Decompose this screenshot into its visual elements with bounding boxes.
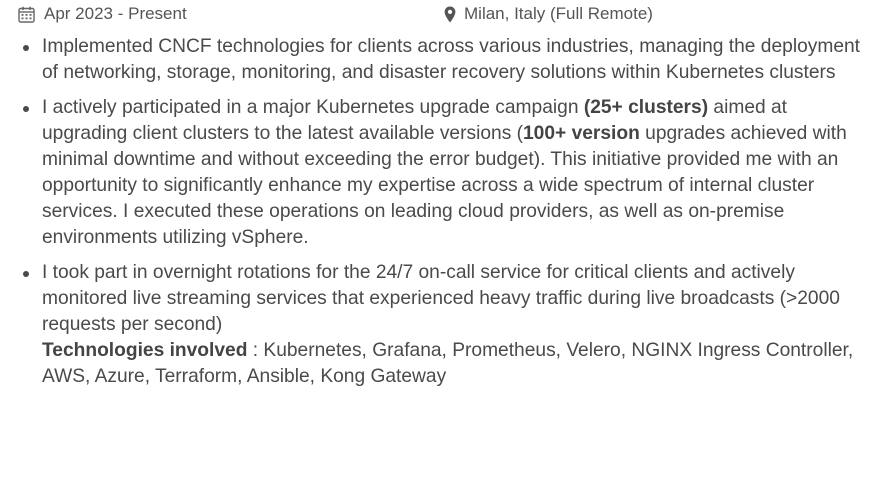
- bold-highlight: 100+ version: [523, 123, 640, 144]
- bullet-text: I actively participated in a major Kuber…: [42, 97, 584, 118]
- technologies-label: Technologies involved: [42, 340, 248, 361]
- achievement-list: Implemented CNCF technologies for client…: [14, 34, 867, 390]
- list-item: I took part in overnight rotations for t…: [14, 260, 867, 390]
- bullet-text: I took part in overnight rotations for t…: [42, 262, 840, 335]
- meta-row: Apr 2023 - Present Milan, Italy (Full Re…: [14, 0, 867, 34]
- date-range-text: Apr 2023 - Present: [44, 4, 187, 23]
- location: Milan, Italy (Full Remote): [444, 4, 653, 24]
- experience-entry: Apr 2023 - Present Milan, Italy (Full Re…: [0, 0, 877, 493]
- technologies-line: Technologies involved : Kubernetes, Graf…: [42, 338, 867, 390]
- map-marker-icon: [444, 6, 464, 23]
- location-text: Milan, Italy (Full Remote): [464, 4, 653, 23]
- date-range: Apr 2023 - Present: [18, 4, 187, 24]
- bullet-text: Implemented CNCF technologies for client…: [42, 36, 860, 83]
- list-item: I actively participated in a major Kuber…: [14, 95, 867, 251]
- bold-highlight: (25+ clusters): [583, 97, 709, 118]
- calendar-icon: [18, 6, 44, 23]
- list-item: Implemented CNCF technologies for client…: [14, 34, 867, 86]
